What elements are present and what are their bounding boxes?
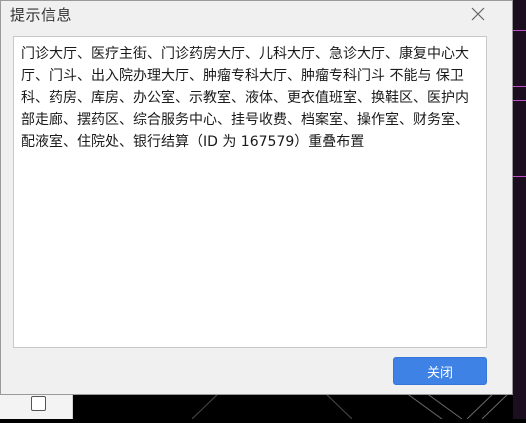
- cad-canvas-edge: [513, 0, 526, 419]
- side-panel-checkbox[interactable]: [31, 396, 46, 411]
- dialog-title: 提示信息: [10, 6, 73, 24]
- cad-line: [513, 100, 526, 101]
- close-button[interactable]: 关闭: [393, 357, 487, 385]
- info-dialog: 提示信息 门诊大厅、医疗主街、门诊药房大厅、儿科大厅、急诊大厅、康复中心大厅、门…: [0, 0, 513, 395]
- close-icon: [471, 7, 485, 21]
- cad-line: [513, 86, 526, 87]
- dialog-title-bar[interactable]: 提示信息: [1, 1, 512, 27]
- dialog-close-x-button[interactable]: [465, 2, 491, 26]
- message-text: 门诊大厅、医疗主街、门诊药房大厅、儿科大厅、急诊大厅、康复中心大厅、门斗、出入院…: [21, 46, 469, 150]
- cad-line: [513, 30, 526, 31]
- message-text-area[interactable]: 门诊大厅、医疗主街、门诊药房大厅、儿科大厅、急诊大厅、康复中心大厅、门斗、出入院…: [13, 36, 487, 348]
- cad-line: [513, 176, 526, 177]
